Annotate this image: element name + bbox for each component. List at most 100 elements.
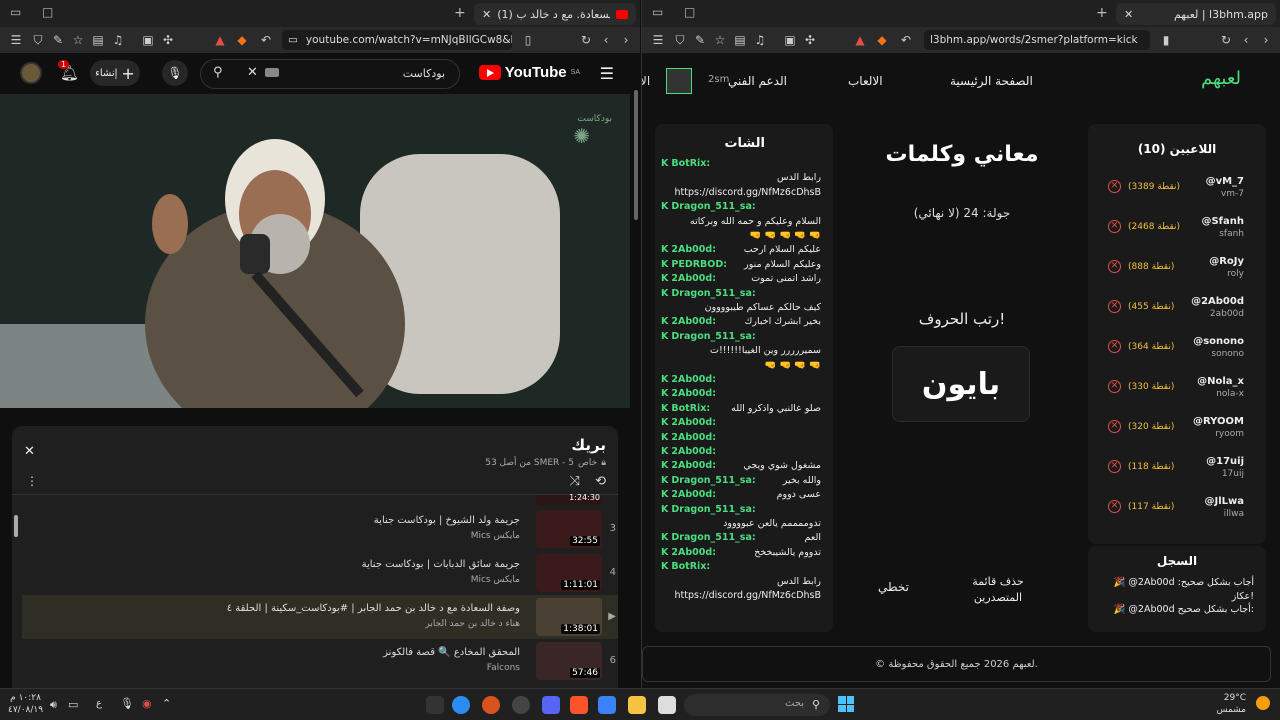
url-bar[interactable]: l3bhm.app/words/2smer?platform=kick	[924, 30, 1150, 50]
brave-shield-icon[interactable]: ◆	[874, 32, 890, 48]
window-menu-icon[interactable]: ▭	[10, 5, 21, 19]
account-avatar[interactable]	[20, 62, 42, 84]
playlist-item[interactable]: 3 32:55 جريمة ولد الشيوخ | بودكاست جناية…	[22, 507, 618, 551]
nav-username[interactable]: 2sm	[708, 74, 729, 85]
nav-item-support[interactable]: الدعم الفني	[728, 74, 787, 88]
brave-shield-icon[interactable]: ◆	[234, 32, 250, 48]
remove-player-icon[interactable]: ✕	[1108, 420, 1121, 433]
create-button[interactable]: إنشاء +	[90, 60, 140, 86]
taskbar-search[interactable]: ⚲ بحث	[684, 694, 830, 716]
language-indicator[interactable]: ع	[96, 698, 102, 709]
search-icon[interactable]: ⚲	[213, 65, 223, 80]
more-options-icon[interactable]: ⋮	[26, 474, 38, 488]
tab-l3bhm[interactable]: ✕ لعبهم | l3bhm.app	[1116, 3, 1276, 25]
remove-player-icon[interactable]: ✕	[1108, 460, 1121, 473]
search-input[interactable]: بودكاست	[403, 67, 445, 80]
sidebar-icon[interactable]: ☰	[8, 32, 24, 48]
loop-icon[interactable]: ⟲	[595, 474, 606, 489]
notifications-button[interactable]: 🔔︎ 1	[58, 60, 79, 82]
video-player[interactable]: بودكاست ✺	[0, 94, 630, 408]
screenshot-icon[interactable]: ▣	[140, 32, 156, 48]
store-icon[interactable]	[598, 696, 616, 714]
user-avatar[interactable]	[666, 68, 692, 94]
youtube-logo[interactable]: YouTube SA	[478, 64, 580, 81]
triangle-icon[interactable]: ▲	[852, 32, 868, 48]
shield-icon[interactable]: ⛉	[672, 32, 688, 48]
remove-player-icon[interactable]: ✕	[1108, 180, 1121, 193]
nav-back-icon[interactable]: ‹	[598, 32, 614, 48]
network-icon[interactable]: ▭	[68, 698, 78, 711]
remove-player-icon[interactable]: ✕	[1108, 300, 1121, 313]
nav-back-icon[interactable]: ‹	[1238, 32, 1254, 48]
reload-icon[interactable]: ↻	[578, 32, 594, 48]
url-bar[interactable]: ▭ youtube.com/watch?v=mNJqBIlGCw8&list	[282, 30, 512, 50]
reload-icon[interactable]: ↻	[1218, 32, 1234, 48]
playlist-item-current[interactable]: ▶ 1:38:01 وصفة السعادة مع د خالد بن حمد …	[22, 595, 618, 639]
sidebar-icon[interactable]: ☰	[650, 32, 666, 48]
skip-button[interactable]: تخطي	[878, 580, 909, 594]
extensions-icon[interactable]: ✣	[802, 32, 818, 48]
task-view-icon[interactable]	[658, 696, 676, 714]
panel-icon[interactable]: ▤	[90, 32, 106, 48]
shuffle-icon[interactable]: ⤨	[570, 474, 580, 489]
microphone-icon[interactable]: 🎙︎	[120, 697, 134, 710]
music-icon[interactable]: ♫	[752, 32, 768, 48]
menu-icon[interactable]: ☰	[600, 64, 614, 83]
pin-icon[interactable]: ✎	[692, 32, 708, 48]
bookmarks-icon[interactable]: ☆	[712, 32, 728, 48]
app-icon[interactable]	[512, 696, 530, 714]
search-box[interactable]: ⚲ ✕ بودكاست	[200, 59, 460, 89]
music-icon[interactable]: ♫	[110, 32, 126, 48]
brave-browser-icon[interactable]	[570, 696, 588, 714]
bookmarks-icon[interactable]: ☆	[70, 32, 86, 48]
triangle-icon[interactable]: ▲	[212, 32, 228, 48]
nav-item-home[interactable]: الصفحة الرئيسية	[950, 74, 1033, 88]
voice-search-button[interactable]: 🎙︎	[162, 60, 188, 86]
window-menu-icon[interactable]: ▭	[652, 5, 663, 19]
windows-start-icon[interactable]	[838, 696, 854, 712]
nav-forward-icon[interactable]: ›	[1258, 32, 1274, 48]
screenshot-icon[interactable]: ▣	[782, 32, 798, 48]
new-tab-icon[interactable]: +	[1096, 5, 1108, 21]
notifications-icon[interactable]: 🔊︎	[50, 698, 57, 712]
close-tab-icon[interactable]: ✕	[1124, 8, 1133, 21]
close-tab-icon[interactable]: ✕	[482, 8, 491, 21]
playlist-item[interactable]: 6 57:46 المحقق المخادع 🔍 قصة فالكونز Fal…	[22, 639, 618, 683]
chrome-icon[interactable]	[452, 696, 470, 714]
nav-forward-icon[interactable]: ›	[618, 32, 634, 48]
back-arrow-icon[interactable]: ↶	[258, 32, 274, 48]
site-logo[interactable]: لعبهم	[1201, 68, 1241, 89]
tab-overview-icon[interactable]: □	[42, 5, 53, 19]
remove-player-icon[interactable]: ✕	[1108, 260, 1121, 273]
bookmark-icon[interactable]: ▯	[520, 32, 536, 48]
close-playlist-icon[interactable]: ✕	[24, 444, 35, 459]
remove-player-icon[interactable]: ✕	[1108, 340, 1121, 353]
new-tab-icon[interactable]: +	[454, 5, 466, 21]
remove-player-icon[interactable]: ✕	[1108, 500, 1121, 513]
clear-leaderboard-button[interactable]: حذف قائمة المتصدرين	[962, 574, 1034, 606]
nav-item-games[interactable]: الالعاب	[848, 74, 883, 88]
keyboard-icon[interactable]	[265, 68, 279, 77]
nav-item-more[interactable]: الا	[642, 74, 650, 88]
playlist-item[interactable]: 4 1:11:01 جريمة سائق الدبابات | بودكاست …	[22, 551, 618, 595]
clock[interactable]: ١٠:٢٨ م ٤٧/٠٨/١٩	[8, 692, 43, 716]
recording-icon[interactable]: ◉	[142, 697, 152, 710]
back-arrow-icon[interactable]: ↶	[898, 32, 914, 48]
discord-icon[interactable]	[542, 696, 560, 714]
tab-youtube[interactable]: ✕ (1) وصفة السعادة. مع د خالد ب	[474, 3, 636, 25]
remove-player-icon[interactable]: ✕	[1108, 380, 1121, 393]
epic-games-icon[interactable]	[426, 696, 444, 714]
tab-overview-icon[interactable]: □	[684, 5, 695, 19]
tray-chevron-icon[interactable]: ⌃	[162, 697, 171, 710]
weather-widget[interactable]: 29°C مشمس	[1216, 692, 1270, 716]
extensions-icon[interactable]: ✣	[160, 32, 176, 48]
brave-app-icon[interactable]	[482, 696, 500, 714]
video-scrollbar[interactable]	[634, 90, 638, 220]
pin-icon[interactable]: ✎	[50, 32, 66, 48]
clear-search-icon[interactable]: ✕	[247, 65, 258, 80]
panel-icon[interactable]: ▤	[732, 32, 748, 48]
remove-player-icon[interactable]: ✕	[1108, 220, 1121, 233]
shield-icon[interactable]: ⛉	[30, 32, 46, 48]
file-explorer-icon[interactable]	[628, 696, 646, 714]
playlist-scrollbar[interactable]	[14, 515, 18, 537]
